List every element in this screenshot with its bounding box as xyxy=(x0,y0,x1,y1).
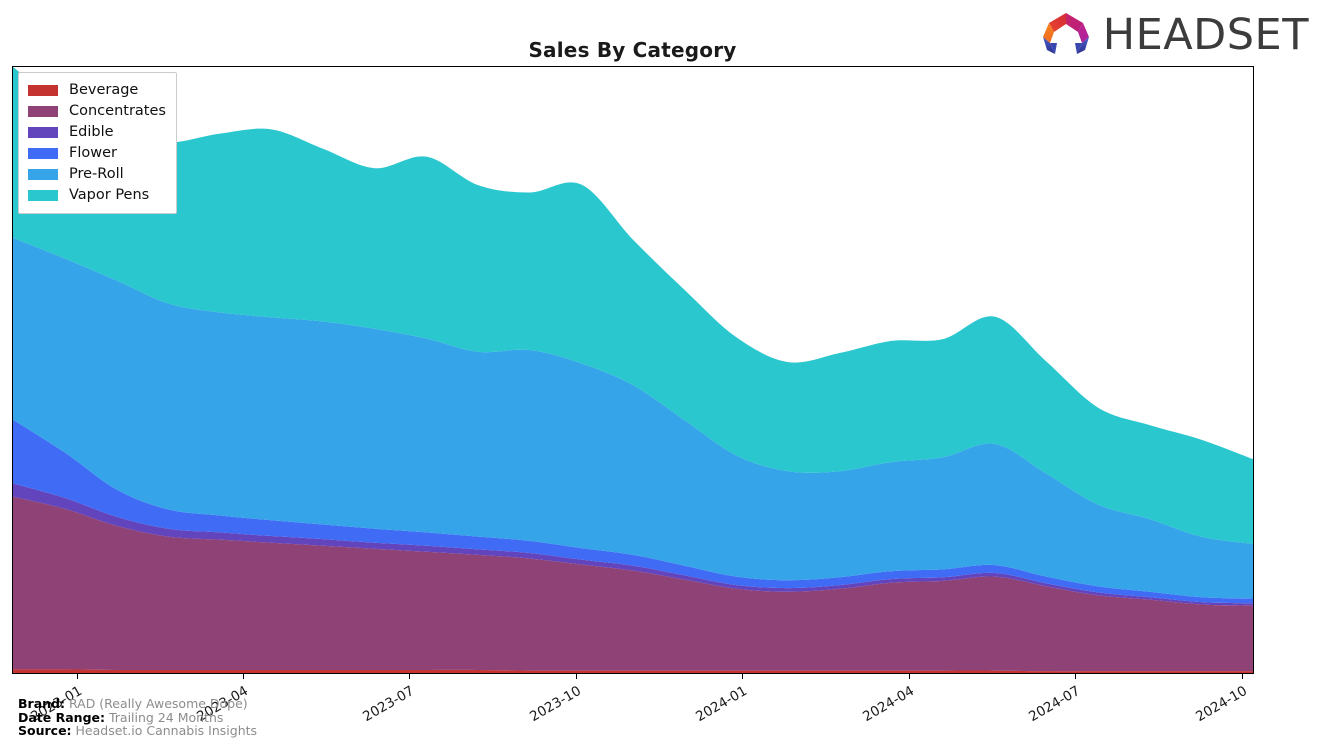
x-tick-mark xyxy=(1241,674,1243,679)
footnote-row: Date Range: Trailing 24 Months xyxy=(18,710,257,725)
headset-logo-mark xyxy=(1042,13,1089,54)
legend-item-label: Concentrates xyxy=(69,103,166,120)
legend-item-pre-roll[interactable]: Pre-Roll xyxy=(28,164,166,185)
x-tick-mark xyxy=(742,674,744,679)
chart-footnotes: Brand: RAD (Really Awesome Dope) Date Ran… xyxy=(18,697,257,738)
legend-item-flower[interactable]: Flower xyxy=(28,143,166,164)
legend-item-label: Flower xyxy=(69,145,117,162)
legend-swatch-icon xyxy=(28,190,58,201)
footnote-value: Headset.io Cannabis Insights xyxy=(71,723,258,738)
legend-swatch-icon xyxy=(28,169,58,180)
footnote-key: Source: xyxy=(18,723,72,738)
x-tick-label: 2023-10 xyxy=(527,683,584,726)
x-tick-label: 2024-07 xyxy=(1026,683,1084,726)
legend-swatch-icon xyxy=(28,85,58,96)
legend-item-concentrates[interactable]: Concentrates xyxy=(28,101,166,122)
footnote-row: Source: Headset.io Cannabis Insights xyxy=(18,724,257,738)
legend-item-beverage[interactable]: Beverage xyxy=(28,80,166,101)
x-tick-mark xyxy=(409,674,411,679)
legend-item-label: Vapor Pens xyxy=(69,187,150,204)
legend-item-label: Beverage xyxy=(69,82,139,99)
x-tick-mark xyxy=(76,674,78,679)
footnote-row: Brand: RAD (Really Awesome Dope) xyxy=(18,697,257,711)
legend-item-label: Pre-Roll xyxy=(69,166,124,183)
chart-plot-area xyxy=(12,66,1254,674)
x-tick-mark xyxy=(575,674,577,679)
legend-item-label: Edible xyxy=(69,124,114,141)
x-tick-mark xyxy=(1075,674,1077,679)
legend-swatch-icon xyxy=(28,106,58,117)
legend-item-vapor-pens[interactable]: Vapor Pens xyxy=(28,185,166,206)
x-tick-label: 2023-07 xyxy=(360,683,418,726)
legend-item-edible[interactable]: Edible xyxy=(28,122,166,143)
chart-legend: Beverage Concentrates Edible Flower Pre-Roll… xyxy=(18,72,177,214)
x-tick-label: 2024-04 xyxy=(859,683,917,726)
x-tick-label: 2024-10 xyxy=(1192,683,1250,726)
stacked-area-chart xyxy=(13,67,1253,673)
x-tick-label: 2024-01 xyxy=(693,683,751,726)
x-tick-mark xyxy=(243,674,244,679)
headset-logo-text: HEADSET xyxy=(1102,9,1309,60)
x-tick-mark xyxy=(908,674,910,679)
headset-logo: HEADSET xyxy=(1035,10,1309,60)
legend-swatch-icon xyxy=(28,148,58,159)
legend-swatch-icon xyxy=(28,127,58,138)
